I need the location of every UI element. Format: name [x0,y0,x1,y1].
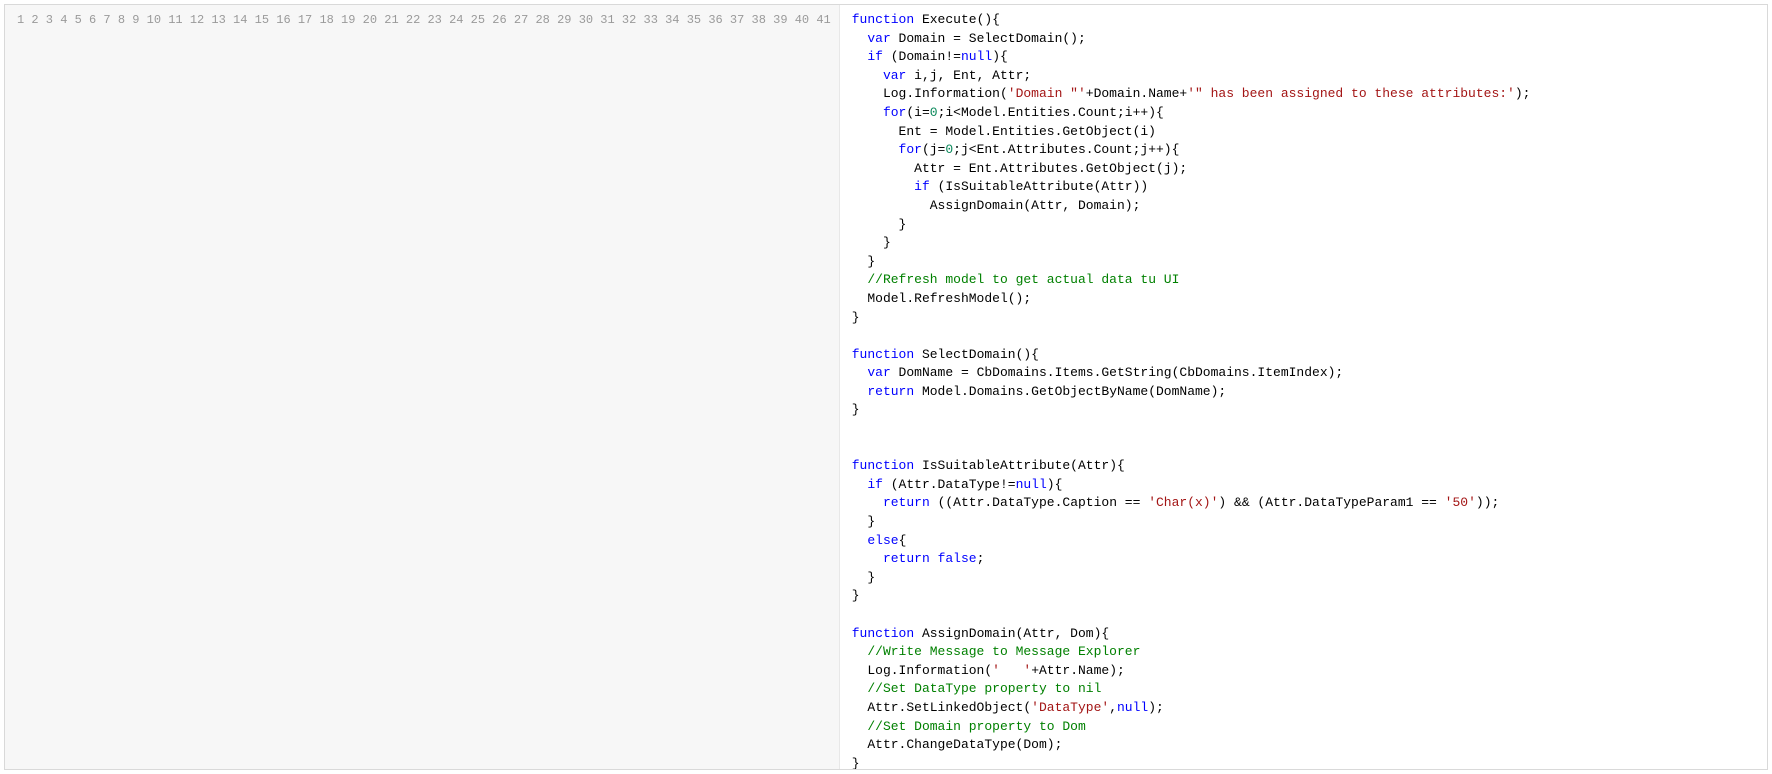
code-line[interactable]: function AssignDomain(Attr, Dom){ [852,625,1755,644]
code-line[interactable]: function SelectDomain(){ [852,346,1755,365]
code-line[interactable]: var Domain = SelectDomain(); [852,30,1755,49]
code-line[interactable]: else{ [852,532,1755,551]
code-line[interactable] [852,439,1755,458]
code-line[interactable]: for(i=0;i<Model.Entities.Count;i++){ [852,104,1755,123]
code-line[interactable]: Log.Information('Domain "'+Domain.Name+'… [852,85,1755,104]
code-editor[interactable]: 1 2 3 4 5 6 7 8 9 10 11 12 13 14 15 16 1… [4,4,1768,770]
code-line[interactable]: return ((Attr.DataType.Caption == 'Char(… [852,494,1755,513]
code-line[interactable]: if (Attr.DataType!=null){ [852,476,1755,495]
code-line[interactable]: return Model.Domains.GetObjectByName(Dom… [852,383,1755,402]
code-line[interactable]: function IsSuitableAttribute(Attr){ [852,457,1755,476]
code-line[interactable]: } [852,513,1755,532]
code-line[interactable]: return false; [852,550,1755,569]
code-line[interactable]: var i,j, Ent, Attr; [852,67,1755,86]
line-number-gutter: 1 2 3 4 5 6 7 8 9 10 11 12 13 14 15 16 1… [5,5,840,769]
code-line[interactable]: Attr.ChangeDataType(Dom); [852,736,1755,755]
code-line[interactable]: Attr.SetLinkedObject('DataType',null); [852,699,1755,718]
code-area[interactable]: function Execute(){ var Domain = SelectD… [840,5,1767,769]
code-line[interactable]: } [852,234,1755,253]
code-line[interactable]: Model.RefreshModel(); [852,290,1755,309]
code-line[interactable]: } [852,309,1755,328]
code-line[interactable]: var DomName = CbDomains.Items.GetString(… [852,364,1755,383]
code-line[interactable]: for(j=0;j<Ent.Attributes.Count;j++){ [852,141,1755,160]
code-line[interactable]: //Set Domain property to Dom [852,718,1755,737]
code-line[interactable]: if (IsSuitableAttribute(Attr)) [852,178,1755,197]
code-line[interactable]: } [852,569,1755,588]
code-line[interactable]: AssignDomain(Attr, Domain); [852,197,1755,216]
code-line[interactable] [852,327,1755,346]
code-line[interactable]: Ent = Model.Entities.GetObject(i) [852,123,1755,142]
code-line[interactable]: } [852,216,1755,235]
code-line[interactable]: Log.Information(' '+Attr.Name); [852,662,1755,681]
code-line[interactable] [852,606,1755,625]
code-line[interactable] [852,420,1755,439]
code-line[interactable]: } [852,755,1755,769]
code-line[interactable]: } [852,587,1755,606]
code-line[interactable]: //Write Message to Message Explorer [852,643,1755,662]
code-line[interactable]: //Set DataType property to nil [852,680,1755,699]
code-line[interactable]: if (Domain!=null){ [852,48,1755,67]
code-line[interactable]: } [852,253,1755,272]
code-line[interactable]: //Refresh model to get actual data tu UI [852,271,1755,290]
code-line[interactable]: } [852,401,1755,420]
code-line[interactable]: Attr = Ent.Attributes.GetObject(j); [852,160,1755,179]
code-line[interactable]: function Execute(){ [852,11,1755,30]
